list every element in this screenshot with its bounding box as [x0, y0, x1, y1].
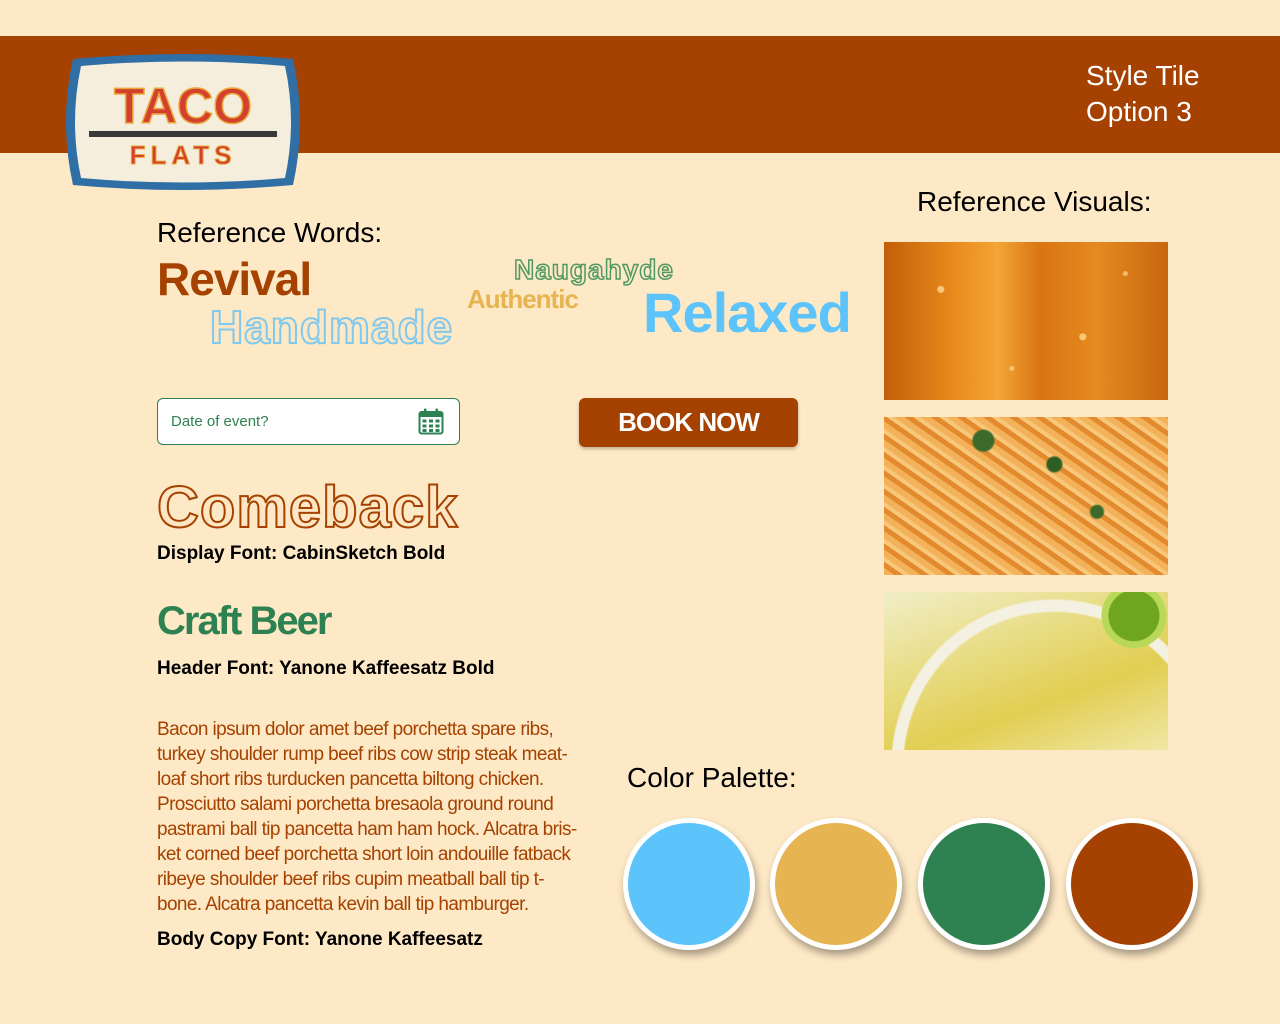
reference-visuals-heading: Reference Visuals: [917, 186, 1152, 217]
logo-text-top: TACO [114, 78, 252, 134]
body-copy-sample: Bacon ipsum dolor amet beef porchetta sp… [157, 719, 577, 915]
date-of-event-field[interactable] [157, 398, 460, 445]
color-palette-heading: Color Palette: [627, 762, 797, 793]
word-authentic: Authentic [467, 284, 579, 314]
word-relaxed: Relaxed [643, 281, 852, 344]
swatch-blue [623, 818, 755, 950]
beer-reference-image [884, 242, 1168, 400]
title-line-1: Style Tile [1086, 60, 1200, 91]
title-line-2: Option 3 [1086, 96, 1192, 127]
logo-text-bottom: FLATS [130, 140, 237, 170]
reference-words-heading: Reference Words: [157, 217, 383, 248]
header-font-caption: Header Font: Yanone Kaffeesatz Bold [157, 658, 495, 679]
rice-reference-image [884, 417, 1168, 575]
style-tile-title: Style Tile Option 3 [1086, 58, 1266, 130]
display-font-caption: Display Font: CabinSketch Bold [157, 543, 446, 564]
display-font-sample: Comeback [156, 474, 459, 541]
word-revival: Revival [157, 253, 312, 305]
taco-flats-logo: TACO FLATS [59, 51, 307, 193]
word-handmade: Handmade [209, 300, 454, 354]
swatch-brown [1066, 818, 1198, 950]
book-now-button[interactable]: BOOK NOW [579, 398, 798, 447]
swatch-green [918, 818, 1050, 950]
margarita-reference-image [884, 592, 1168, 750]
header-font-sample: Craft Beer [157, 599, 332, 643]
body-font-caption: Body Copy Font: Yanone Kaffeesatz [157, 929, 483, 950]
calendar-icon[interactable] [418, 408, 444, 435]
swatch-gold [770, 818, 902, 950]
date-of-event-input[interactable] [171, 413, 411, 430]
